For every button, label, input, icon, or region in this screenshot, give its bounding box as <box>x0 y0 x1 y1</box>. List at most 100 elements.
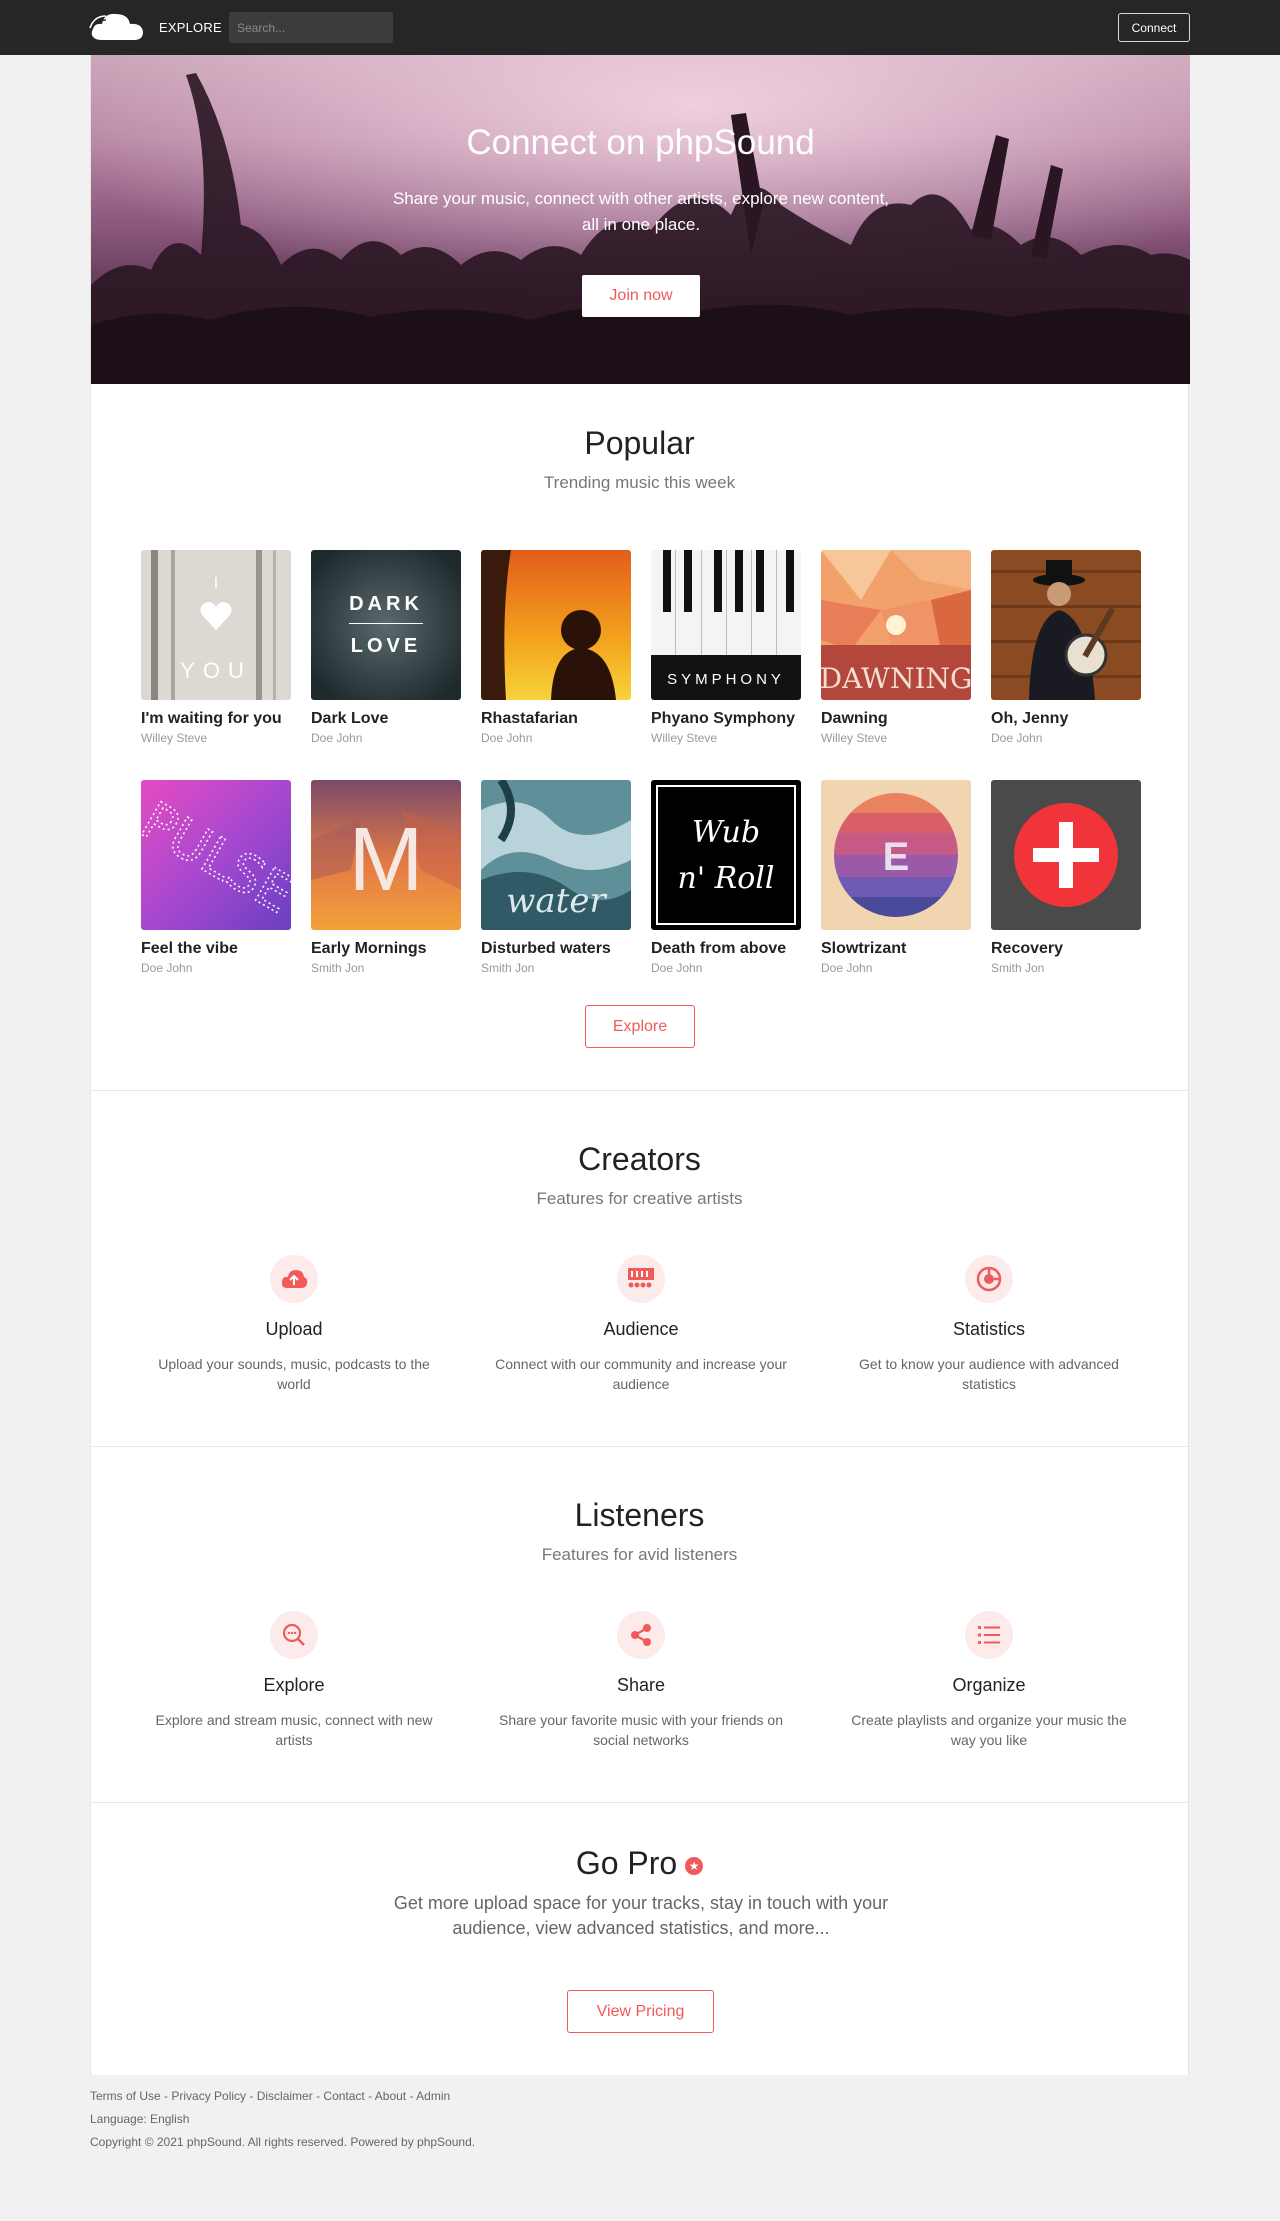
track-title[interactable]: Phyano Symphony <box>651 710 801 728</box>
album-art[interactable] <box>991 780 1141 930</box>
feature-title: Organize <box>952 1675 1026 1695</box>
album-art[interactable]: M <box>311 780 461 930</box>
track-title[interactable]: Dark Love <box>311 710 461 728</box>
footer-link-about[interactable]: About <box>375 2089 406 2103</box>
pro-badge-icon: ★ <box>685 1856 704 1875</box>
track-title[interactable]: Recovery <box>991 940 1141 958</box>
listeners-subtitle: Features for avid listeners <box>541 1545 738 1564</box>
album-art[interactable]: I YOU <box>141 550 291 700</box>
album-art[interactable] <box>991 550 1141 700</box>
explore-button[interactable]: Explore <box>585 1005 695 1048</box>
track-card[interactable]: SYMPHONY Phyano Symphony Willey Steve <box>651 550 801 745</box>
feature-organize: Organize Create playlists and organize y… <box>839 1611 1139 1750</box>
track-card[interactable]: water Disturbed waters Smith Jon <box>481 780 631 975</box>
track-card[interactable]: Recovery Smith Jon <box>991 780 1141 975</box>
track-artist[interactable]: Doe John <box>991 731 1141 745</box>
track-title[interactable]: Disturbed waters <box>481 940 631 958</box>
track-artist[interactable]: Doe John <box>821 961 971 975</box>
footer-link-privacy[interactable]: Privacy Policy <box>171 2089 246 2103</box>
hero-subtitle: Share your music, connect with other art… <box>392 189 890 234</box>
track-card[interactable]: PULSE Feel the vibe Doe John <box>141 780 291 975</box>
track-card[interactable]: Rhastafarian Doe John <box>481 550 631 745</box>
feature-audience: Audience Connect with our community and … <box>491 1255 791 1394</box>
track-card[interactable]: I YOU I'm waiting for you Willey Steve <box>141 550 291 745</box>
feature-share: Share Share your favorite music with you… <box>491 1611 791 1750</box>
feature-explore: Explore Explore and stream music, connec… <box>144 1611 444 1750</box>
track-artist[interactable]: Doe John <box>651 961 801 975</box>
footer-language[interactable]: Language: English <box>90 2108 1190 2131</box>
feature-description: Get to know your audience with advanced … <box>859 1356 1119 1392</box>
track-card[interactable]: DARK LOVE Dark Love Doe John <box>311 550 461 745</box>
track-title[interactable]: Rhastafarian <box>481 710 631 728</box>
feature-upload: Upload Upload your sounds, music, podcas… <box>144 1255 444 1394</box>
album-art[interactable]: Wub n' Roll <box>651 780 801 930</box>
track-title[interactable]: Death from above <box>651 940 801 958</box>
track-title[interactable]: Dawning <box>821 710 971 728</box>
track-artist[interactable]: Smith Jon <box>311 961 461 975</box>
cloud-upload-icon <box>270 1255 318 1303</box>
feature-description: Connect with our community and increase … <box>495 1356 787 1392</box>
hero-title: Connect on phpSound <box>466 123 815 162</box>
go-pro-title: Go Pro ★ <box>91 1845 1188 1882</box>
listeners-title: Listeners <box>574 1497 705 1533</box>
album-art-text: LOVE <box>351 635 421 657</box>
search-input[interactable] <box>229 12 393 43</box>
footer-link-admin[interactable]: Admin <box>416 2089 450 2103</box>
cloud-logo-icon[interactable] <box>88 10 146 44</box>
track-title[interactable]: Feel the vibe <box>141 940 291 958</box>
footer-link-disclaimer[interactable]: Disclaimer <box>257 2089 313 2103</box>
join-now-button[interactable]: Join now <box>582 275 700 317</box>
feature-description: Create playlists and organize your music… <box>851 1712 1127 1748</box>
album-art-text: Wub <box>692 815 760 850</box>
feature-title: Statistics <box>952 1319 1026 1339</box>
footer-copyright: Copyright © 2021 phpSound. All rights re… <box>90 2135 476 2149</box>
nav-explore-link[interactable]: EXPLORE <box>159 20 222 35</box>
track-artist[interactable]: Willey Steve <box>821 731 971 745</box>
hero-banner: Connect on phpSound Share your music, co… <box>91 55 1190 384</box>
share-icon <box>617 1611 665 1659</box>
feature-description: Explore and stream music, connect with n… <box>155 1712 433 1748</box>
album-art[interactable]: SYMPHONY <box>651 550 801 700</box>
track-artist[interactable]: Smith Jon <box>991 961 1141 975</box>
creators-title: Creators <box>578 1141 701 1177</box>
top-navbar: EXPLORE Connect <box>0 0 1280 55</box>
footer-link-contact[interactable]: Contact <box>323 2089 364 2103</box>
track-artist[interactable]: Doe John <box>141 961 291 975</box>
album-art-text: n' Roll <box>678 861 775 896</box>
track-title[interactable]: I'm waiting for you <box>141 710 291 728</box>
album-art-text: YOU <box>180 658 252 683</box>
footer: Terms of Use - Privacy Policy - Disclaim… <box>90 2085 1190 2154</box>
feature-description: Share your favorite music with your frie… <box>498 1712 783 1748</box>
track-artist[interactable]: Doe John <box>481 731 631 745</box>
go-pro-title-text: Go Pro <box>575 1845 678 1881</box>
track-artist[interactable]: Willey Steve <box>651 731 801 745</box>
album-art-text: E <box>883 835 910 879</box>
track-artist[interactable]: Doe John <box>311 731 461 745</box>
track-artist[interactable]: Willey Steve <box>141 731 291 745</box>
footer-link-terms[interactable]: Terms of Use <box>90 2089 161 2103</box>
album-art[interactable] <box>481 550 631 700</box>
track-artist[interactable]: Smith Jon <box>481 961 631 975</box>
album-art[interactable]: E <box>821 780 971 930</box>
view-pricing-button[interactable]: View Pricing <box>567 1990 714 2033</box>
album-art[interactable]: PULSE <box>141 780 291 930</box>
feature-statistics: Statistics Get to know your audience wit… <box>839 1255 1139 1394</box>
album-art[interactable]: DAWNING <box>821 550 971 700</box>
album-art[interactable]: water <box>481 780 631 930</box>
section-divider <box>91 1446 1188 1447</box>
track-card[interactable]: Wub n' Roll Death from above Doe John <box>651 780 801 975</box>
track-card[interactable]: E Slowtrizant Doe John <box>821 780 971 975</box>
track-card[interactable]: DAWNING Dawning Willey Steve <box>821 550 971 745</box>
connect-button[interactable]: Connect <box>1118 13 1190 42</box>
track-title[interactable]: Early Mornings <box>311 940 461 958</box>
album-art-text: I <box>214 575 218 592</box>
track-card[interactable]: Oh, Jenny Doe John <box>991 550 1141 745</box>
track-card[interactable]: M Early Mornings Smith Jon <box>311 780 461 975</box>
track-title[interactable]: Oh, Jenny <box>991 710 1141 728</box>
popular-title: Popular <box>584 425 695 461</box>
creators-subtitle: Features for creative artists <box>536 1189 743 1208</box>
album-art[interactable]: DARK LOVE <box>311 550 461 700</box>
popular-subtitle: Trending music this week <box>543 473 736 492</box>
track-title[interactable]: Slowtrizant <box>821 940 971 958</box>
feature-title: Explore <box>263 1675 325 1695</box>
